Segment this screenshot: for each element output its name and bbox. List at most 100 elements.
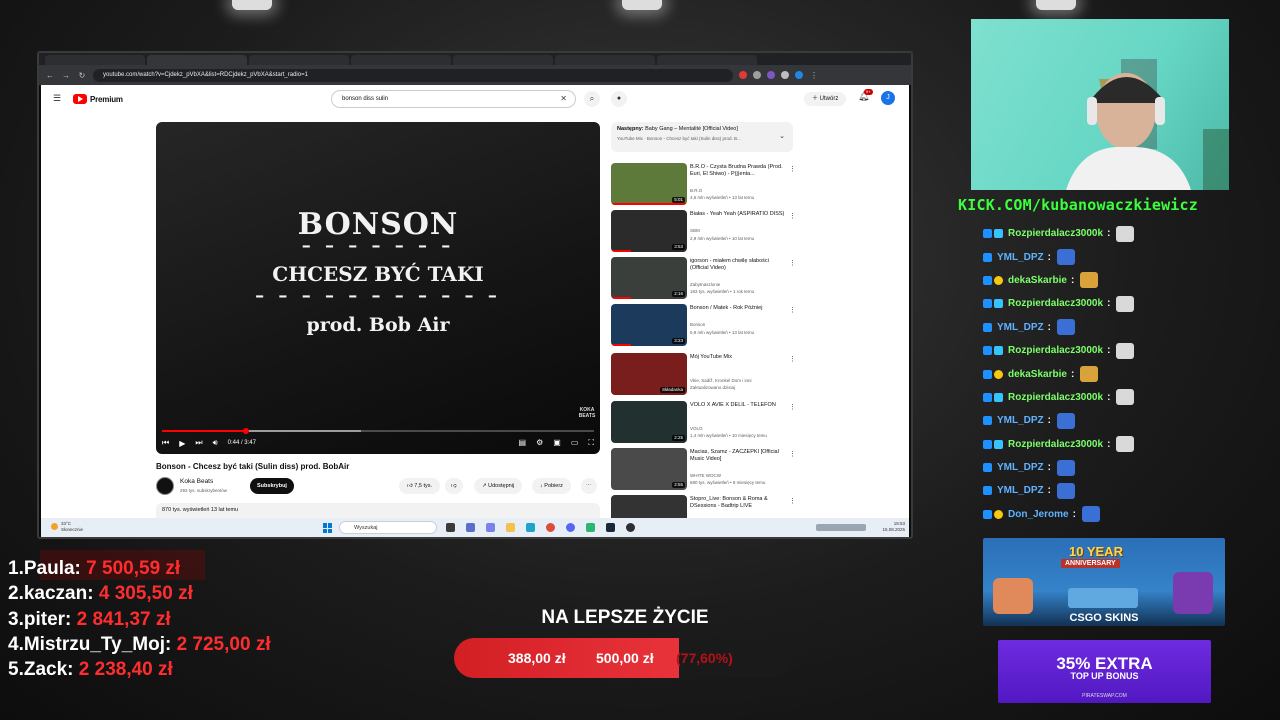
more-options-icon[interactable]: ⋮ [789, 497, 796, 505]
share-button[interactable]: ↗ Udostępnij [474, 478, 523, 494]
more-options-icon[interactable]: ⋮ [789, 403, 796, 411]
chat-username[interactable]: YML_DPZ [997, 415, 1044, 426]
youtube-logo[interactable]: Premium [73, 94, 123, 104]
discord-icon[interactable] [566, 523, 575, 532]
browser-tab-active[interactable] [147, 55, 247, 65]
video-description[interactable]: 870 tys. wyświetleń 13 lat temu [156, 503, 600, 518]
more-options-icon[interactable]: ⋮ [789, 259, 796, 267]
chat-username[interactable]: YML_DPZ [997, 322, 1044, 333]
hamburger-menu-icon[interactable]: ☰ [53, 93, 61, 104]
recommendation-item[interactable]: 5:01 B.R.O - Czysta Brudna Prawda (Prod. … [611, 163, 796, 207]
chat-username[interactable]: dekaSkarbie [1008, 369, 1067, 380]
clear-search-icon[interactable]: ✕ [560, 94, 567, 103]
chevron-down-icon[interactable]: ⌄ [779, 132, 785, 140]
video-scrubber-handle[interactable] [242, 428, 249, 434]
theater-mode-icon[interactable]: ▭ [571, 438, 579, 448]
channel-avatar[interactable] [156, 477, 174, 495]
video-player[interactable]: BONSON – – – – – – – CHCESZ BYĆ TAKI – –… [156, 122, 600, 454]
task-view-icon[interactable] [446, 523, 455, 532]
address-bar[interactable]: youtube.com/watch?v=Cjdekz_pVbXA&list=RD… [93, 68, 733, 82]
play-icon[interactable]: ▶ [179, 439, 185, 448]
recommendation-thumbnail[interactable]: 2:25 [611, 401, 687, 443]
steam-icon[interactable] [606, 523, 615, 532]
extension-icon[interactable] [753, 71, 761, 79]
microphone-icon[interactable]: ● [611, 91, 627, 107]
file-explorer-icon[interactable] [506, 523, 515, 532]
chrome-icon[interactable] [546, 523, 555, 532]
account-avatar[interactable]: J [881, 91, 895, 105]
chat-username[interactable]: Don_Jerome [1008, 509, 1069, 520]
previous-icon[interactable]: ⏮ [162, 438, 169, 448]
chat-username[interactable]: Rozpierdalacz3000k [1008, 228, 1103, 239]
windows-start-icon[interactable] [323, 523, 333, 533]
recommendation-thumbnail[interactable]: 2:55 [611, 448, 687, 490]
extension-icon[interactable] [767, 71, 775, 79]
chat-username[interactable]: Rozpierdalacz3000k [1008, 439, 1103, 450]
recommendation-thumbnail[interactable]: 5:01 [611, 163, 687, 205]
more-options-icon[interactable]: ⋮ [789, 306, 796, 314]
dislike-button[interactable]: 👎︎ [445, 478, 463, 494]
chat-username[interactable]: YML_DPZ [997, 252, 1044, 263]
recommendation-thumbnail[interactable]: 3:23 [611, 304, 687, 346]
recommendation-thumbnail[interactable]: Składanka [611, 353, 687, 395]
download-button[interactable]: ↓ Pobierz [532, 478, 571, 494]
up-next-panel[interactable]: Następny: Baby Gang – Mentalité [Officia… [611, 122, 793, 152]
taskbar-search-input[interactable]: Wyszukaj [339, 521, 437, 534]
chat-username[interactable]: YML_DPZ [997, 485, 1044, 496]
taskbar-clock[interactable]: 18:53 15.08.2025 [882, 521, 905, 533]
edge-icon[interactable] [526, 523, 535, 532]
more-options-icon[interactable]: ⋮ [789, 450, 796, 458]
app-icon[interactable] [586, 523, 595, 532]
recommendation-thumbnail[interactable] [611, 495, 687, 518]
forward-icon[interactable]: → [61, 71, 71, 80]
extension-icon[interactable] [781, 71, 789, 79]
recommendation-item[interactable]: 3:23 Bonson / Matek - Rok Później Bonson 5,… [611, 304, 796, 348]
browser-tab[interactable] [249, 55, 349, 65]
search-input[interactable]: bonson diss sulin ✕ [331, 90, 576, 108]
recommendation-item[interactable]: 2:25 VOLO X AVIE X DELIL - TELEFON VOLO 1,4… [611, 401, 796, 445]
recommendation-item[interactable]: Stopro_Live: Bonson & Roma & DSessions -… [611, 495, 796, 518]
like-button[interactable]: 👍︎ 7,5 tys. [399, 478, 441, 494]
more-options-icon[interactable]: ⋮ [789, 165, 796, 173]
more-options-icon[interactable]: ⋮ [789, 212, 796, 220]
reload-icon[interactable]: ↻ [77, 71, 87, 80]
chat-username[interactable]: YML_DPZ [997, 462, 1044, 473]
video-progress-bar[interactable] [162, 428, 594, 434]
recommendation-item[interactable]: 3:53 Białas - Yeah Yeah (ASPIRATIO DISS) S… [611, 210, 796, 254]
subscribe-button[interactable]: Subskrybuj [250, 478, 294, 494]
weather-widget[interactable]: 33°C Słonecznie [61, 521, 83, 533]
channel-name[interactable]: Koka Beats [180, 478, 213, 485]
extension-icon[interactable] [795, 71, 803, 79]
chat-username[interactable]: Rozpierdalacz3000k [1008, 298, 1103, 309]
volume-icon[interactable]: 🔊︎ [213, 438, 218, 448]
more-options-icon[interactable]: ⋮ [789, 355, 796, 363]
browser-tab[interactable] [555, 55, 655, 65]
obs-icon[interactable] [626, 523, 635, 532]
recommendation-item[interactable]: Składanka Mój YouTube Mix Vkie, Sadiž, Kro… [611, 353, 796, 397]
fullscreen-icon[interactable]: ⛶ [588, 438, 594, 448]
back-icon[interactable]: ← [45, 71, 55, 80]
settings-gear-icon[interactable]: ⚙ [536, 438, 543, 448]
miniplayer-icon[interactable]: ▣ [553, 438, 561, 448]
chat-username[interactable]: Rozpierdalacz3000k [1008, 345, 1103, 356]
browser-tab[interactable] [657, 55, 757, 65]
browser-tab[interactable] [351, 55, 451, 65]
next-icon[interactable]: ⏭ [195, 438, 202, 448]
browser-tab[interactable] [45, 55, 145, 65]
recommendation-thumbnail[interactable]: 2:16 [611, 257, 687, 299]
widgets-icon[interactable] [466, 523, 475, 532]
create-button[interactable]: ＋ Utwórz [804, 92, 847, 106]
subtitles-icon[interactable]: ▤ [519, 438, 527, 448]
extension-icon[interactable] [739, 71, 747, 79]
more-actions-button[interactable]: ⋯ [581, 478, 597, 494]
chat-username[interactable]: dekaSkarbie [1008, 275, 1067, 286]
recommendation-thumbnail[interactable]: 3:53 [611, 210, 687, 252]
recommendation-item[interactable]: 2:55 Macias, Szamz - ZACZEPKI [Official M… [611, 448, 796, 492]
menu-kebab-icon[interactable]: ⋮ [809, 71, 819, 80]
teams-icon[interactable] [486, 523, 495, 532]
recommendation-item[interactable]: 2:16 igorson - miałem chwilę słabości (Of… [611, 257, 796, 301]
tray-icons[interactable] [816, 524, 866, 531]
browser-tab[interactable] [453, 55, 553, 65]
search-icon[interactable]: ⌕ [584, 91, 600, 107]
chat-username[interactable]: Rozpierdalacz3000k [1008, 392, 1103, 403]
